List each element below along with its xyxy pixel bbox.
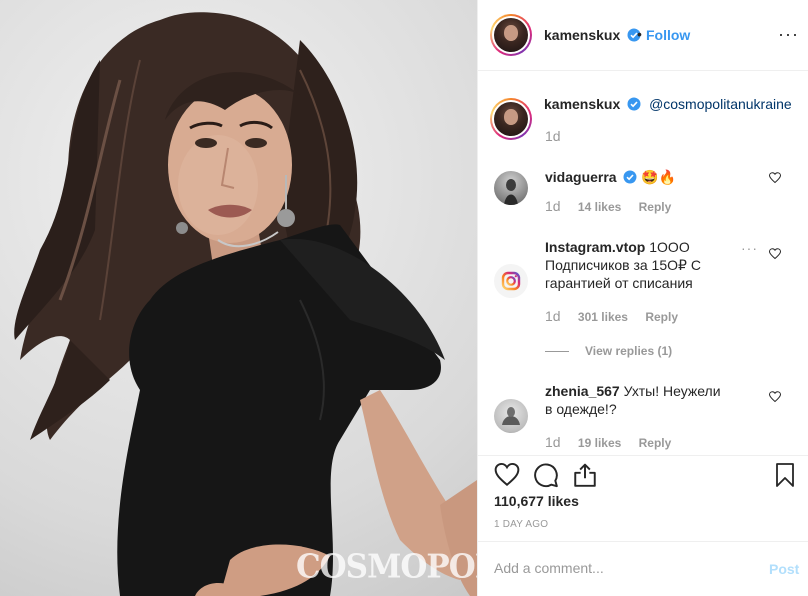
add-comment-input[interactable]: [494, 560, 754, 576]
post-photo[interactable]: COSMOPOLITAN: [0, 0, 477, 596]
like-comment-heart-icon[interactable]: [769, 172, 781, 184]
caption-username[interactable]: kamenskux: [544, 96, 620, 112]
post-side-panel: kamenskux • Follow ··· kamenskux @cosmop…: [477, 0, 808, 596]
view-replies-label: View replies (1): [585, 344, 673, 358]
more-options-icon[interactable]: ···: [778, 24, 799, 45]
reply-button[interactable]: Reply: [639, 200, 672, 214]
view-replies-button[interactable]: View replies (1): [545, 344, 672, 358]
post-actions: 110,677 likes 1 DAY AGO: [478, 455, 808, 539]
verified-badge-icon: [623, 170, 637, 184]
reply-button[interactable]: Reply: [645, 310, 678, 324]
caption: kamenskux @cosmopolitanukraine: [544, 96, 792, 112]
caption-mention-link[interactable]: @cosmopolitanukraine: [649, 96, 792, 112]
verified-badge-icon: [627, 97, 641, 111]
comment-timestamp[interactable]: 1d: [545, 308, 561, 324]
comment-likes[interactable]: 19 likes: [578, 436, 621, 450]
magazine-watermark: COSMOPOLITAN: [296, 548, 477, 586]
comment-timestamp[interactable]: 1d: [545, 198, 561, 214]
caption-avatar[interactable]: [490, 98, 532, 140]
comment-bubble-icon[interactable]: [533, 462, 559, 488]
author-username[interactable]: kamenskux: [544, 27, 620, 43]
comments-list[interactable]: kamenskux @cosmopolitanukraine 1d vidagu…: [478, 72, 808, 455]
share-icon[interactable]: [572, 462, 598, 488]
comment-username[interactable]: Instagram.vtop: [545, 239, 645, 255]
instagram-post: COSMOPOLITAN kamenskux • Follow ···: [0, 0, 808, 596]
comment-likes[interactable]: 301 likes: [578, 310, 628, 324]
comment-username[interactable]: vidaguerra: [545, 169, 617, 185]
commenter-avatar[interactable]: [494, 171, 528, 205]
commenter-avatar[interactable]: [494, 264, 528, 298]
comment-meta: 1d 14 likes Reply: [545, 198, 685, 214]
like-heart-icon[interactable]: [494, 462, 520, 488]
post-header: kamenskux • Follow ···: [478, 0, 808, 71]
comment-text: 🤩🔥: [641, 169, 677, 185]
add-comment-bar: Post: [478, 541, 808, 596]
reply-button[interactable]: Reply: [639, 436, 672, 450]
comment-likes[interactable]: 14 likes: [578, 200, 621, 214]
comment-meta: 1d 19 likes Reply: [545, 434, 685, 450]
comment-more-options-icon[interactable]: ···: [741, 240, 758, 256]
comment-meta: 1d 301 likes Reply: [545, 308, 692, 324]
like-comment-heart-icon[interactable]: [769, 391, 781, 403]
comment-username[interactable]: zhenia_567: [545, 383, 620, 399]
author-avatar[interactable]: [490, 14, 532, 56]
post-timestamp[interactable]: 1 DAY AGO: [494, 519, 548, 530]
replies-divider-line: [545, 351, 569, 353]
like-comment-heart-icon[interactable]: [769, 248, 781, 260]
commenter-avatar[interactable]: [494, 399, 528, 433]
save-bookmark-icon[interactable]: [774, 462, 796, 488]
photo-illustration: [14, 12, 477, 596]
likes-count[interactable]: 110,677 likes: [494, 493, 579, 509]
caption-timestamp[interactable]: 1d: [545, 128, 561, 144]
header-separator: •: [637, 26, 642, 42]
comment-timestamp[interactable]: 1d: [545, 434, 561, 450]
follow-button[interactable]: Follow: [646, 27, 690, 43]
post-comment-button[interactable]: Post: [769, 561, 799, 577]
